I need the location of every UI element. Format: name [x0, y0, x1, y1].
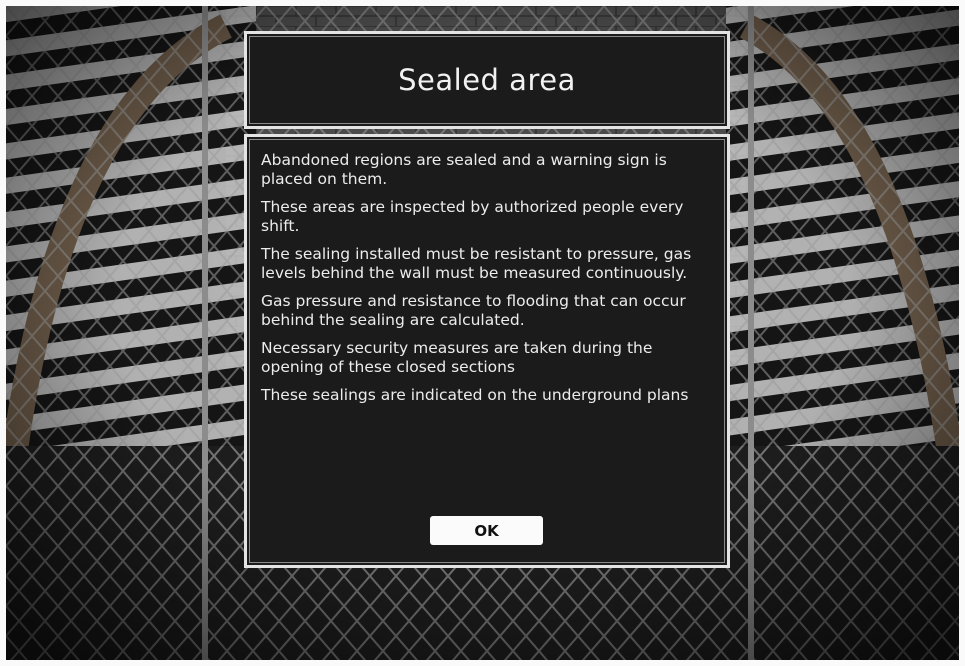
info-paragraph-6: These sealings are indicated on the unde… [261, 386, 689, 404]
info-paragraph-3: The sealing installed must be resistant … [261, 245, 692, 282]
info-paragraph-2: These areas are inspected by authorized … [261, 198, 684, 235]
dialog-body-panel: Abandoned regions are sealed and a warni… [244, 134, 730, 568]
dialog-title-panel: Sealed area [244, 31, 730, 129]
info-paragraph-5: Necessary security measures are taken du… [261, 339, 653, 376]
ok-button[interactable]: OK [430, 516, 543, 545]
info-paragraph-1: Abandoned regions are sealed and a warni… [261, 151, 667, 188]
info-paragraph-4: Gas pressure and resistance to flooding … [261, 292, 686, 329]
dialog-title: Sealed area [398, 63, 576, 97]
